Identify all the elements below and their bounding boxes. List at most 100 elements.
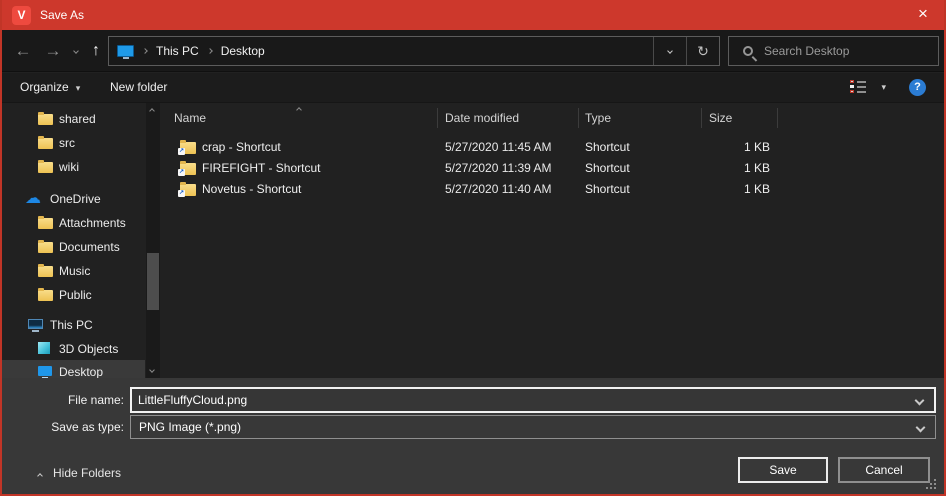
resize-grip[interactable] [924,477,936,489]
file-list: Name Date modified Type Size ↗ crap - Sh… [162,103,944,378]
navigation-bar: ← → ↑ This PC Desktop ↻ [2,30,944,72]
column-divider[interactable] [578,108,579,128]
save-as-type-label: Save as type: [2,415,124,439]
breadcrumb-desktop[interactable]: Desktop [221,44,265,58]
sidebar-scrollbar[interactable] [146,103,160,378]
dropdown-triangle-icon: ▾ [881,82,886,93]
file-type: Shortcut [585,137,630,158]
organize-button[interactable]: Organize ▾ [20,73,80,102]
forward-button[interactable]: → [38,30,68,71]
new-folder-button[interactable]: New folder [110,73,167,102]
chevron-down-icon [916,422,926,432]
save-as-type-dropdown[interactable]: PNG Image (*.png) [130,415,936,439]
column-divider[interactable] [437,108,438,128]
window-border-left [0,0,2,496]
file-size: 1 KB [662,158,770,179]
up-button[interactable]: ↑ [84,30,108,71]
file-row[interactable]: ↗ Novetus - Shortcut 5/27/2020 11:40 AM … [162,179,944,200]
shortcut-arrow-icon: ↗ [178,190,185,197]
folder-icon [38,114,53,125]
search-icon [743,46,753,56]
breadcrumb-this-pc[interactable]: This PC [156,44,199,58]
3d-cube-icon [38,342,50,354]
column-divider[interactable] [777,108,778,128]
content-area: shared src wiki ☁ OneDrive Attachments D… [2,103,944,378]
save-controls-panel: File name: Save as type: PNG Image (*.pn… [2,378,944,496]
file-row[interactable]: ↗ FIREFIGHT - Shortcut 5/27/2020 11:39 A… [162,158,944,179]
file-name-input[interactable] [132,393,916,407]
details-view-icon [850,80,866,94]
column-header-date-modified[interactable]: Date modified [445,103,519,133]
scrollbar-thumb[interactable] [147,253,159,310]
folder-icon [38,162,53,173]
column-headers: Name Date modified Type Size [162,103,944,133]
navigation-pane: shared src wiki ☁ OneDrive Attachments D… [2,103,162,378]
file-size: 1 KB [662,137,770,158]
folder-icon [38,290,53,301]
sidebar-item-this-pc[interactable]: This PC [2,313,145,337]
file-name: crap - Shortcut [202,137,281,158]
file-type: Shortcut [585,158,630,179]
file-name: FIREFIGHT - Shortcut [202,158,320,179]
chevron-up-icon [37,473,43,479]
scroll-up-icon[interactable] [149,108,155,114]
dropdown-triangle-icon: ▾ [76,83,81,93]
column-header-type[interactable]: Type [585,103,611,133]
sidebar-item-shared[interactable]: shared [2,107,145,131]
shortcut-arrow-icon: ↗ [178,169,185,176]
search-box [728,36,939,66]
organize-label: Organize [20,80,69,94]
folder-icon [38,218,53,229]
file-size: 1 KB [662,179,770,200]
command-toolbar: Organize ▾ New folder ▾ ? [2,73,944,103]
sidebar-item-wiki[interactable]: wiki [2,155,145,179]
onedrive-cloud-icon: ☁ [25,187,41,211]
save-button[interactable]: Save [738,457,828,483]
sidebar-item-desktop[interactable]: Desktop [2,360,145,378]
hide-folders-label: Hide Folders [53,466,121,480]
hide-folders-button[interactable]: Hide Folders [38,463,121,483]
back-button[interactable]: ← [8,30,38,71]
sidebar-item-3d-objects[interactable]: 3D Objects [2,337,145,361]
sidebar-item-public[interactable]: Public [2,283,145,307]
breadcrumb-chevron-icon [207,48,213,54]
column-divider[interactable] [701,108,702,128]
this-pc-icon [117,45,134,57]
search-input[interactable] [753,44,938,58]
folder-icon [38,138,53,149]
vivaldi-app-icon: V [12,6,31,25]
file-name: Novetus - Shortcut [202,179,301,200]
cancel-button[interactable]: Cancel [838,457,930,483]
recent-locations-button[interactable] [68,30,84,71]
sidebar-item-music[interactable]: Music [2,259,145,283]
file-date: 5/27/2020 11:39 AM [445,158,552,179]
sort-ascending-icon [296,107,302,113]
chevron-down-icon [73,48,79,54]
change-view-button[interactable]: ▾ [850,80,886,94]
save-as-dialog: V Save As × ← → ↑ This PC Desktop ↻ [0,0,946,496]
file-date: 5/27/2020 11:40 AM [445,179,552,200]
sidebar-item-onedrive[interactable]: ☁ OneDrive [2,187,145,211]
sidebar-item-attachments[interactable]: Attachments [2,211,145,235]
file-name-combobox [130,387,936,413]
address-bar[interactable]: This PC Desktop ↻ [108,36,720,66]
save-as-type-value: PNG Image (*.png) [131,420,917,434]
file-date: 5/27/2020 11:45 AM [445,137,552,158]
close-button[interactable]: × [900,0,946,30]
column-header-size[interactable]: Size [709,103,732,133]
column-header-name[interactable]: Name [174,103,206,133]
file-row[interactable]: ↗ crap - Shortcut 5/27/2020 11:45 AM Sho… [162,137,944,158]
folder-icon [38,266,53,277]
refresh-button[interactable]: ↻ [686,37,719,65]
scroll-down-icon[interactable] [149,367,155,373]
chevron-down-icon[interactable] [915,395,925,405]
file-type: Shortcut [585,179,630,200]
sidebar-item-documents[interactable]: Documents [2,235,145,259]
address-dropdown-button[interactable] [653,37,686,65]
help-button[interactable]: ? [909,79,926,96]
shortcut-arrow-icon: ↗ [178,148,185,155]
folder-icon [38,242,53,253]
titlebar: V Save As × [0,0,946,30]
sidebar-item-src[interactable]: src [2,131,145,155]
chevron-down-icon [667,48,673,54]
